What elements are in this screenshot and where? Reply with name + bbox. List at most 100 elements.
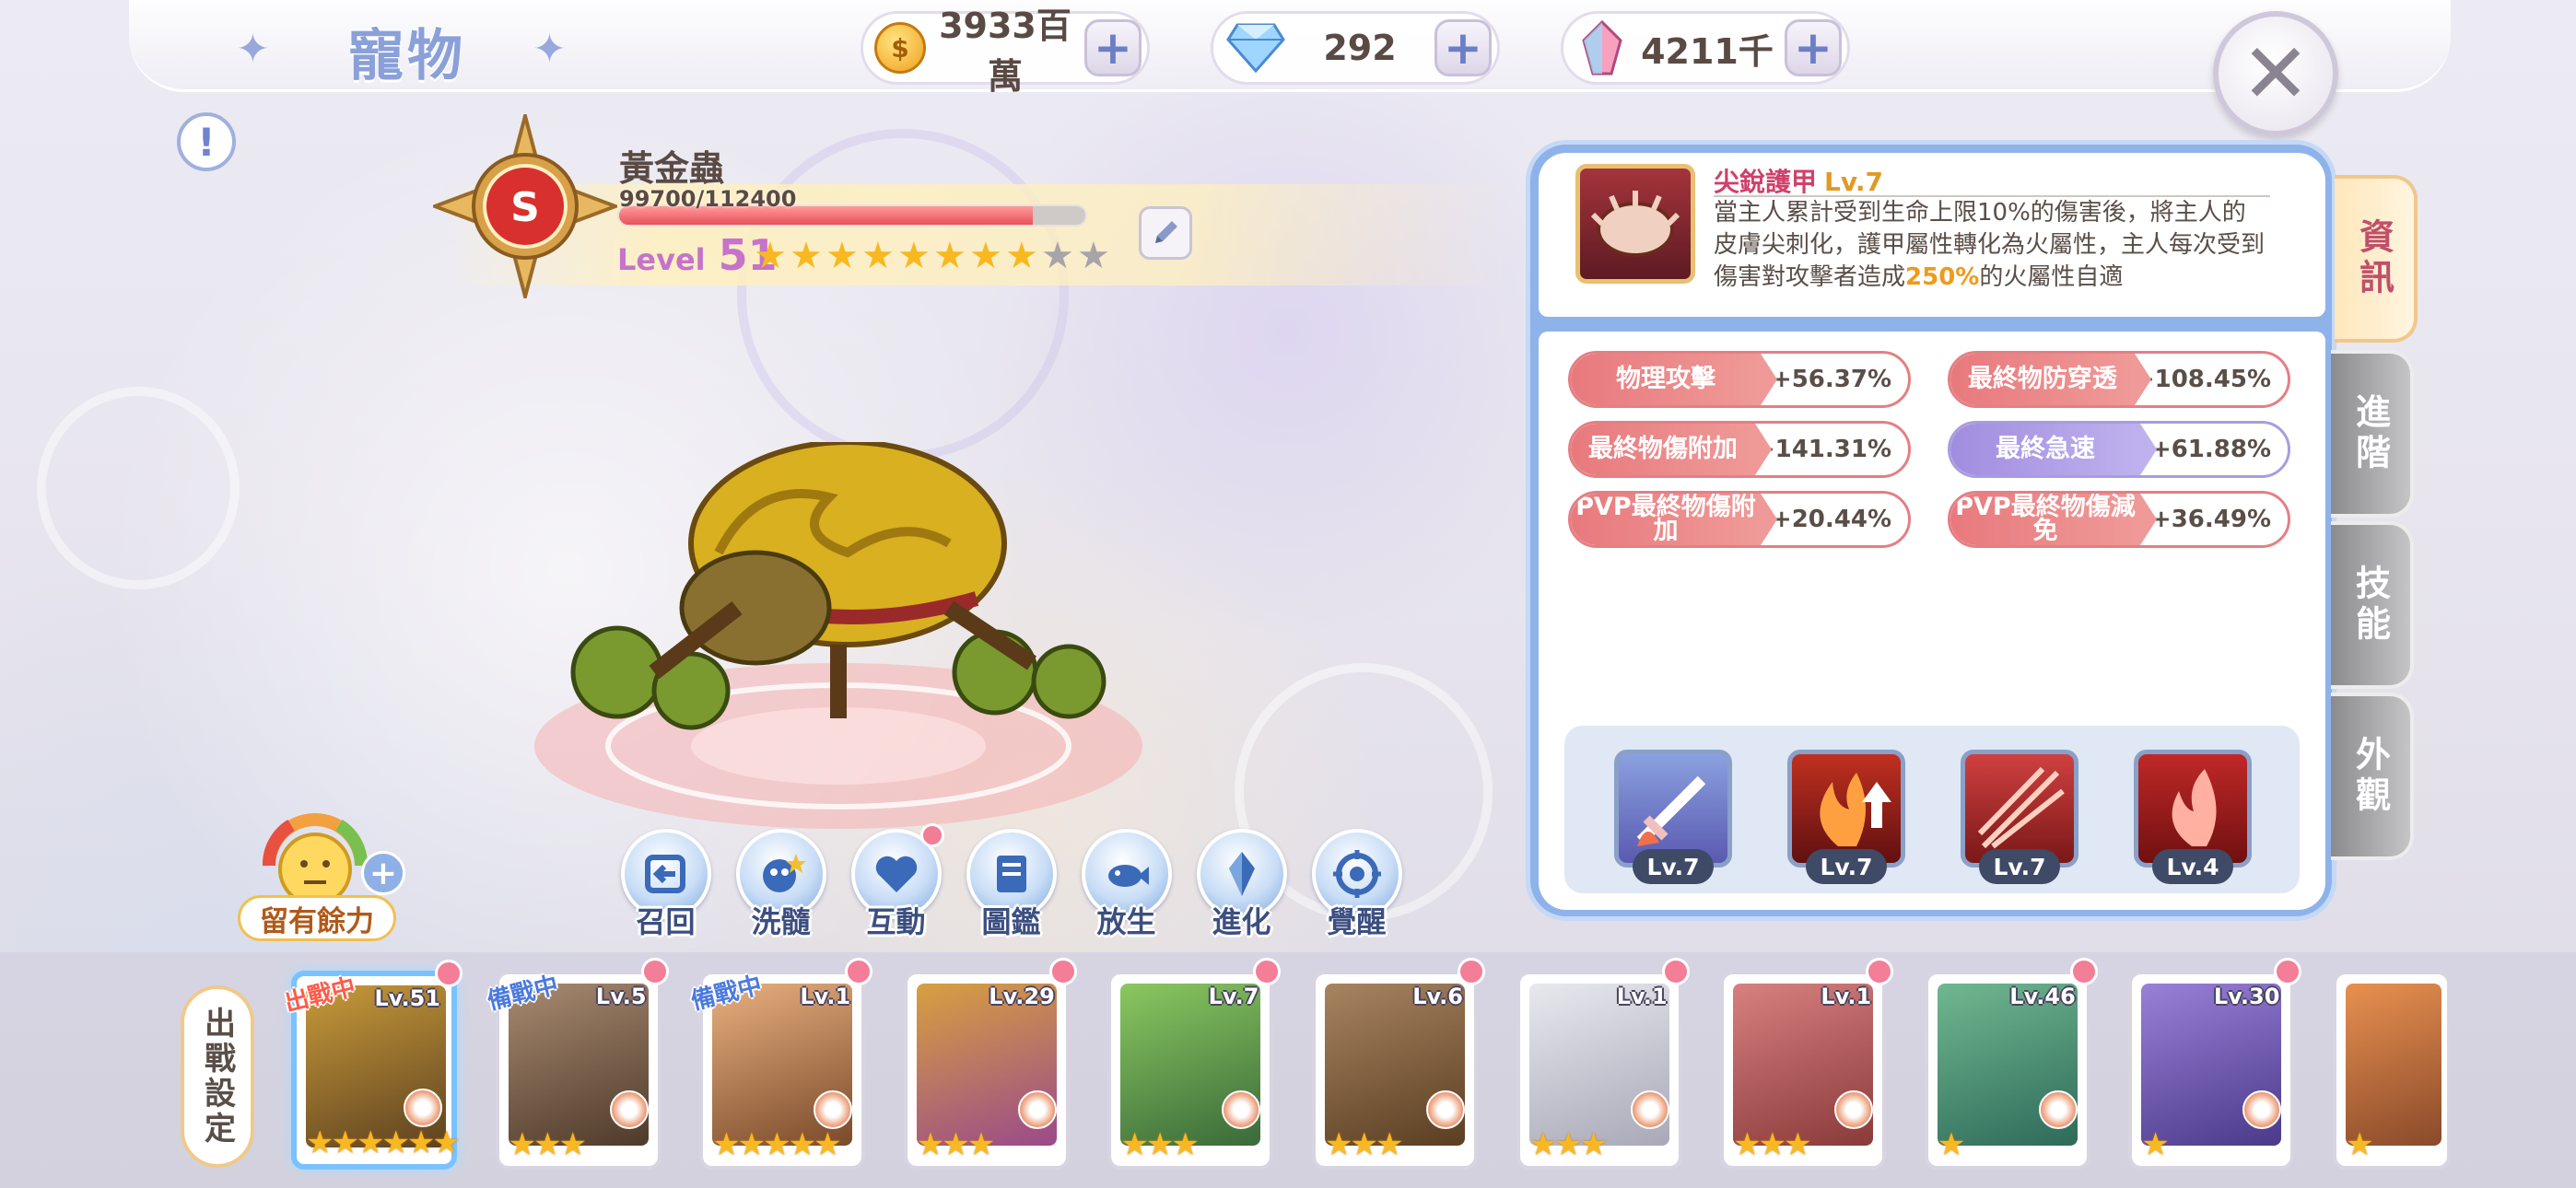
evolve-crystal-icon	[1228, 852, 1255, 896]
awaken-button[interactable]: 覺醒	[1299, 829, 1414, 941]
tab-advance[interactable]: 進階	[2331, 350, 2414, 518]
star-filled-icon: ★	[825, 235, 859, 277]
info-button[interactable]: !	[177, 112, 236, 171]
pet-card[interactable]: Lv.29 ★★★	[903, 958, 1077, 1170]
background-decoration	[37, 387, 240, 589]
evolve-button[interactable]: 進化	[1184, 829, 1299, 941]
reroll-button[interactable]: 洗髓	[723, 829, 838, 941]
pet-card[interactable]: Lv.1 ★★★	[1516, 958, 1690, 1170]
notification-dot	[435, 960, 463, 987]
tab-info[interactable]: 資訊	[2335, 175, 2418, 343]
element-badge-icon	[609, 1090, 649, 1129]
pet-card[interactable]: ★	[2333, 971, 2451, 1170]
passive-skill-1[interactable]: Lv.7	[1614, 750, 1732, 886]
add-gold-button[interactable]: +	[1084, 19, 1142, 76]
passive-skill-4[interactable]: Lv.4	[2134, 750, 2252, 886]
recall-button[interactable]: 召回	[608, 829, 723, 941]
stat-value: +20.44%	[1771, 506, 1891, 533]
rename-button[interactable]	[1139, 206, 1192, 260]
pet-card[interactable]: Lv.30 ★	[2128, 958, 2302, 1170]
exclamation-icon: !	[197, 119, 216, 165]
action-bar: 召回 洗髓 互動 圖鑑 放生 進化 覺醒	[608, 823, 1414, 941]
tab-skills[interactable]: 技能	[2331, 521, 2414, 689]
add-crystal-button[interactable]: +	[1785, 19, 1842, 76]
passive-skill-3[interactable]: Lv.7	[1961, 750, 2078, 886]
stat-name: PVP最終物傷減免	[1950, 494, 2157, 545]
stat-physical-attack: 物理攻擊 +56.37%	[1568, 351, 1911, 408]
pet-card[interactable]: Lv.1 ★★★★★ 備戰中	[688, 958, 873, 1170]
add-diamond-button[interactable]: +	[1434, 19, 1492, 76]
skill-level: Lv.7	[1824, 167, 1883, 197]
pet-card-stars: ★★★	[1733, 1126, 1811, 1163]
pet-card[interactable]: Lv.1 ★★★	[1720, 958, 1894, 1170]
crystal-icon	[1582, 20, 1622, 76]
pet-card-stars: ★★★	[1120, 1126, 1199, 1163]
skill-description: 當主人累計受到生命上限10%的傷害後，將主人的皮膚尖刺化，護甲屬性轉化為火屬性，…	[1714, 197, 2266, 294]
pet-card[interactable]: Lv.51 ★★★★★★ 出戰中	[282, 960, 463, 1170]
pet-card[interactable]: Lv.46 ★	[1924, 958, 2098, 1170]
diamond-value: 292	[1323, 28, 1397, 68]
deploy-settings-button[interactable]: 出戰設定	[181, 985, 254, 1168]
pet-stars: ★ ★ ★ ★ ★ ★ ★ ★ ★ ★	[754, 238, 1113, 274]
mood-label: 留有餘力	[238, 895, 396, 941]
fire-slash-icon	[1977, 766, 2065, 849]
mood-add-button[interactable]: +	[361, 851, 405, 895]
element-badge-icon	[814, 1090, 853, 1129]
star-filled-icon: ★	[754, 235, 787, 277]
notification-dot	[1661, 958, 1690, 985]
element-badge-icon	[1834, 1090, 1874, 1129]
pet-card-level: Lv.1	[1821, 984, 1872, 1009]
star-filled-icon: ★	[933, 235, 966, 277]
notification-dot	[2069, 958, 2098, 985]
release-button[interactable]: 放生	[1069, 829, 1184, 941]
right-wing-icon: ✦	[533, 26, 567, 73]
exp-text: 99700/112400	[619, 186, 797, 212]
star-filled-icon: ★	[969, 235, 1002, 277]
skill-desc-part: 的火屬性自適	[1979, 263, 2124, 291]
passive-skill-2[interactable]: Lv.7	[1787, 750, 1905, 886]
pet-card[interactable]: Lv.5 ★★★ 備戰中	[485, 958, 669, 1170]
stat-value: +56.37%	[1771, 366, 1891, 393]
armor-shell-icon	[1590, 191, 1680, 257]
rank-letter: S	[510, 184, 540, 231]
star-filled-icon: ★	[861, 235, 895, 277]
evolve-label: 進化	[1212, 904, 1271, 939]
element-badge-icon	[1426, 1090, 1465, 1129]
stat-final-haste: 最終急速 +61.88%	[1948, 421, 2290, 478]
element-badge-icon	[2038, 1090, 2078, 1129]
close-button[interactable]: ✕	[2213, 11, 2338, 136]
passive-skill-level: Lv.7	[1633, 849, 1714, 884]
stat-name: 最終物傷附加	[1571, 424, 1772, 475]
stat-value: +61.88%	[2150, 436, 2271, 463]
pet-card-stars: ★	[2141, 1126, 2170, 1163]
stat-value: +108.45%	[2134, 366, 2271, 393]
gold-resource: $ 3933百萬 +	[861, 6, 1150, 97]
notification-dot	[1866, 958, 1894, 985]
stat-final-pdef-pierce: 最終物防穿透 +108.45%	[1948, 351, 2290, 408]
codex-button[interactable]: 圖鑑	[954, 829, 1069, 941]
notification-dot	[920, 823, 944, 847]
stat-final-pdmg-bonus: 最終物傷附加 +141.31%	[1568, 421, 1911, 478]
stat-name: PVP最終物傷附加	[1571, 494, 1777, 545]
skill-title: 尖銳護甲 Lv.7	[1714, 162, 1883, 199]
release-icon	[1107, 865, 1149, 887]
stat-value: +141.31%	[1754, 436, 1891, 463]
level-label: Level	[617, 242, 706, 277]
interact-button[interactable]: 互動	[838, 823, 954, 941]
rank-badge: S	[433, 114, 617, 298]
sword-fire-icon	[1636, 775, 1706, 846]
star-empty-icon: ★	[1041, 235, 1074, 277]
heart-icon	[875, 856, 917, 892]
spiked-armor-skill-icon[interactable]	[1575, 164, 1695, 284]
pet-card[interactable]: Lv.6 ★★★	[1312, 958, 1485, 1170]
pencil-icon	[1155, 221, 1177, 243]
pet-card-level: Lv.51	[374, 985, 441, 1011]
notification-dot	[1048, 958, 1077, 985]
tab-appearance[interactable]: 外觀	[2331, 693, 2414, 860]
pet-card-level: Lv.1	[800, 984, 851, 1009]
pet-card[interactable]: Lv.7 ★★★	[1107, 958, 1282, 1170]
left-wing-icon: ✦	[236, 26, 270, 73]
pet-card-level: Lv.6	[1412, 984, 1463, 1009]
star-filled-icon: ★	[1005, 235, 1038, 277]
notification-dot	[845, 958, 873, 985]
